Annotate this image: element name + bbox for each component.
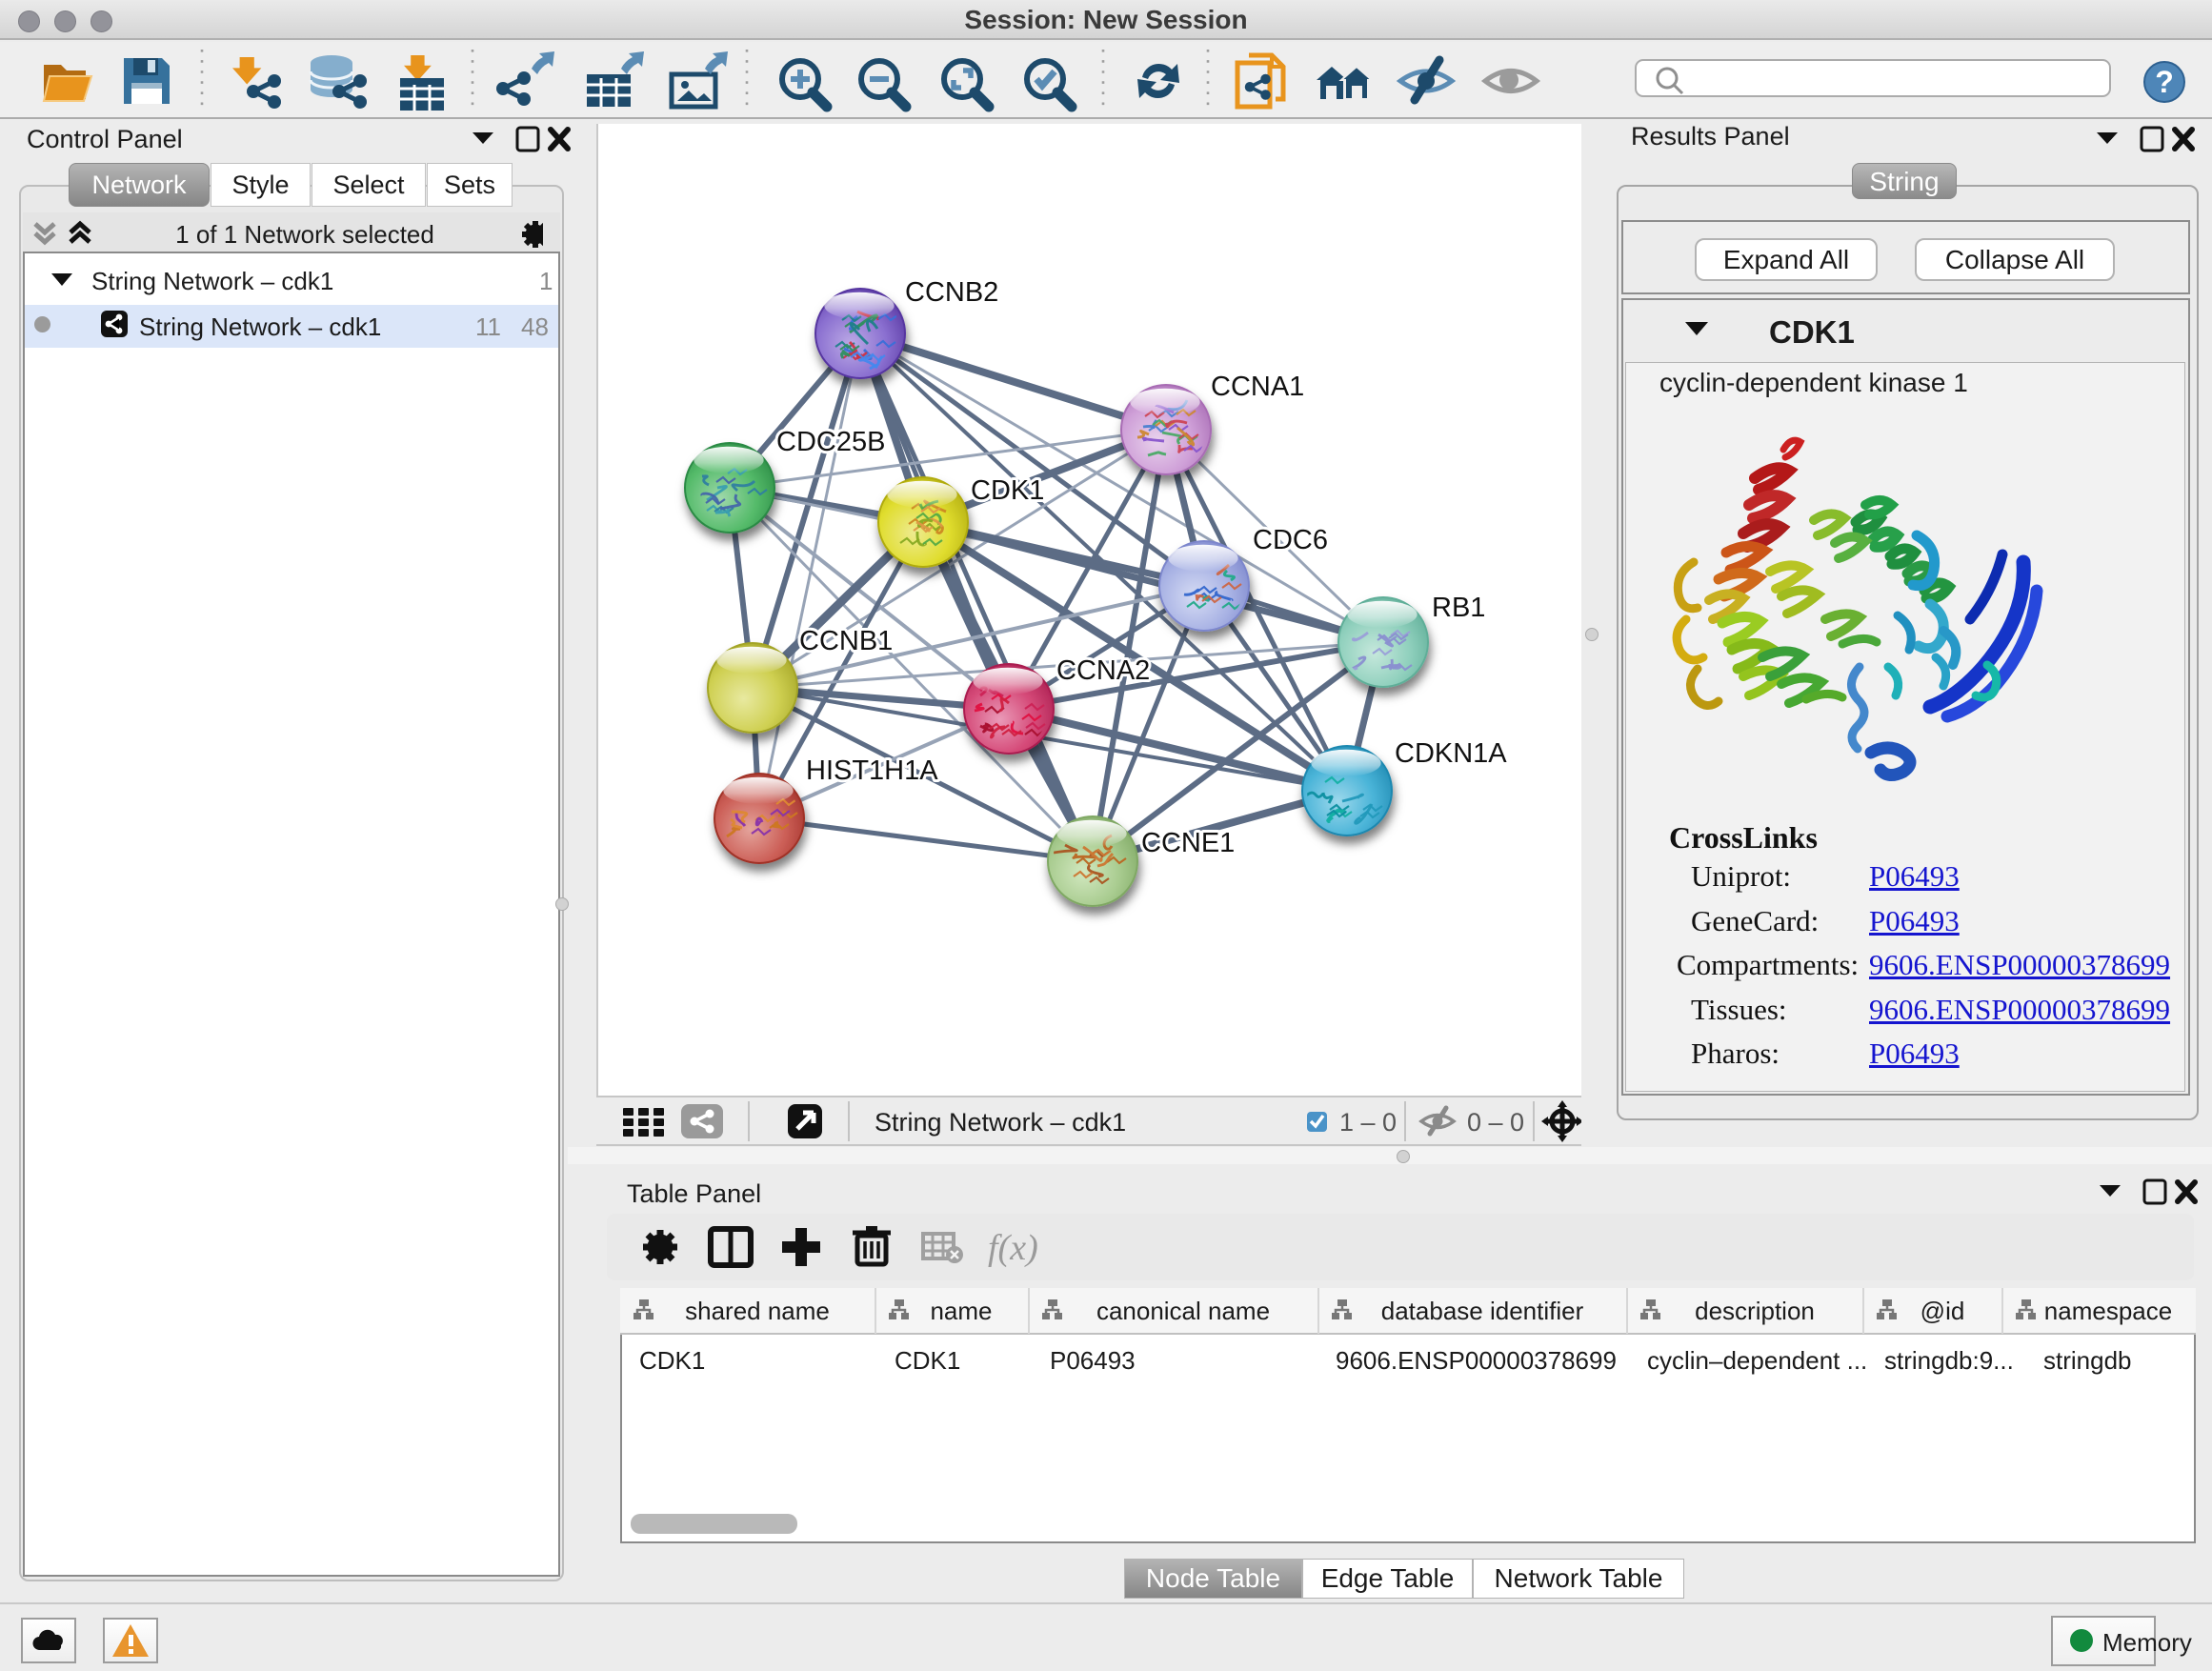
svg-text:String Network – cdk1: String Network – cdk1 — [875, 1108, 1126, 1137]
svg-text:CDK1: CDK1 — [639, 1346, 705, 1375]
svg-text:namespace: namespace — [2044, 1297, 2172, 1325]
svg-text:0 – 0: 0 – 0 — [1467, 1108, 1524, 1137]
svg-text:CCNA1: CCNA1 — [1211, 372, 1304, 402]
svg-text:CDC6: CDC6 — [1253, 525, 1328, 555]
svg-text:shared name: shared name — [685, 1297, 830, 1325]
svg-text:CCNB1: CCNB1 — [799, 626, 893, 656]
svg-text:CDK1: CDK1 — [971, 475, 1044, 506]
svg-text:?: ? — [2155, 65, 2174, 99]
svg-text:RB1: RB1 — [1432, 593, 1485, 623]
svg-text:9606.ENSP00000378699: 9606.ENSP00000378699 — [1336, 1346, 1617, 1375]
svg-text:CDKN1A: CDKN1A — [1395, 738, 1507, 769]
svg-text:CCNE1: CCNE1 — [1141, 828, 1235, 858]
svg-text:CDC25B: CDC25B — [776, 427, 885, 457]
svg-text:f(x): f(x) — [988, 1228, 1038, 1268]
svg-text:stringdb: stringdb — [2043, 1346, 2132, 1375]
svg-text:CCNA2: CCNA2 — [1056, 655, 1150, 686]
svg-text:@id: @id — [1920, 1297, 1965, 1325]
svg-text:1 – 0: 1 – 0 — [1339, 1108, 1397, 1137]
svg-text:description: description — [1695, 1297, 1815, 1325]
svg-text:name: name — [930, 1297, 992, 1325]
svg-text:stringdb:9...: stringdb:9... — [1884, 1346, 2014, 1375]
svg-text:CCNB2: CCNB2 — [905, 277, 998, 308]
svg-text:CDK1: CDK1 — [895, 1346, 960, 1375]
svg-text:HIST1H1A: HIST1H1A — [806, 755, 938, 786]
svg-text:database identifier: database identifier — [1381, 1297, 1584, 1325]
svg-text:canonical name: canonical name — [1096, 1297, 1270, 1325]
svg-text:P06493: P06493 — [1050, 1346, 1136, 1375]
svg-text:cyclin–dependent ...: cyclin–dependent ... — [1647, 1346, 1867, 1375]
